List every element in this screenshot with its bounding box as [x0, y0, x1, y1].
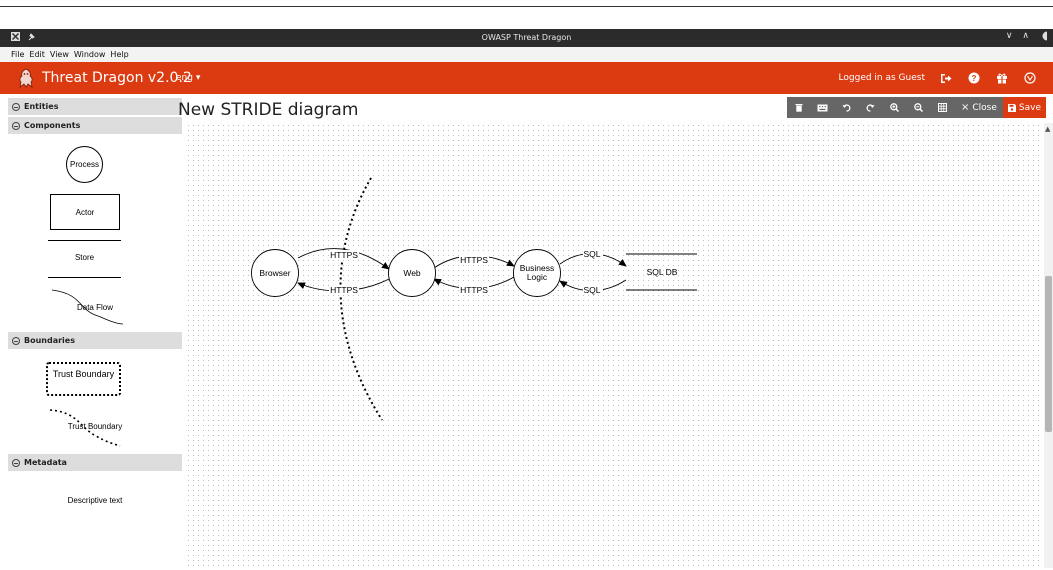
app-navbar: Threat Dragon v2.0.2 eng ▾ Logged in as … — [0, 62, 1053, 94]
stencil-sidebar: Entities Components Process Actor Store … — [8, 98, 182, 570]
menu-help[interactable]: Help — [110, 50, 128, 59]
language-dropdown[interactable]: eng ▾ — [176, 73, 200, 83]
divider — [0, 6, 1053, 7]
close-button[interactable]: × Close — [954, 97, 1003, 118]
flow-label: HTTPS — [460, 285, 488, 295]
close-label: Close — [972, 102, 997, 113]
stencil-label: Descriptive text — [67, 496, 123, 505]
node-label: SQL DB — [647, 267, 678, 277]
shortcuts-button[interactable] — [810, 97, 835, 118]
stencil-label: Store — [74, 253, 95, 262]
node-sql-db[interactable]: SQL DB — [626, 253, 697, 291]
window-title: OWASP Threat Dragon — [481, 33, 572, 42]
collapse-icon — [12, 121, 20, 130]
help-icon[interactable]: ? — [967, 71, 981, 85]
close-x-icon: × — [960, 102, 970, 113]
scrollbar-thumb[interactable] — [1045, 276, 1052, 432]
logged-in-label: Logged in as Guest — [838, 73, 925, 83]
store-top-line — [48, 240, 121, 241]
section-label: Metadata — [24, 458, 67, 467]
section-entities[interactable]: Entities — [8, 98, 182, 115]
stencil-trust-boundary-curve[interactable]: Trust Boundary — [8, 406, 182, 448]
undo-icon — [842, 104, 851, 112]
section-label: Boundaries — [24, 336, 75, 345]
diagram-canvas[interactable]: HTTPS HTTPS HTTPS HTTPS SQL SQL Browser … — [186, 123, 1041, 568]
zoom-in-icon — [890, 103, 900, 112]
process-shape: Process — [66, 146, 103, 183]
zoom-out-button[interactable] — [906, 97, 931, 118]
close-window-icon[interactable] — [1039, 31, 1047, 41]
stencil-actor[interactable]: Actor — [8, 194, 182, 230]
brand[interactable]: Threat Dragon v2.0.2 — [18, 68, 192, 88]
grid-icon — [938, 103, 948, 112]
sign-out-icon[interactable] — [939, 71, 953, 85]
toggle-grid-button[interactable] — [930, 97, 955, 118]
stencil-label: Data Flow — [76, 303, 113, 312]
stencil-label: Actor — [75, 207, 95, 217]
node-label: Browser — [259, 268, 290, 278]
zoom-in-button[interactable] — [882, 97, 907, 118]
diagram-header: New STRIDE diagram × Close Save — [178, 96, 1053, 124]
redo-icon — [867, 104, 875, 112]
menu-edit[interactable]: Edit — [29, 50, 45, 59]
flow-label: SQL — [583, 249, 600, 259]
zoom-out-icon — [914, 103, 924, 112]
diagram-svg: HTTPS HTTPS HTTPS HTTPS SQL SQL Browser … — [251, 177, 697, 421]
brand-name: Threat Dragon v2.0.2 — [42, 70, 192, 86]
scroll-up-icon[interactable]: ▲ — [1045, 125, 1050, 133]
diagram-title: New STRIDE diagram — [178, 100, 359, 120]
collapse-icon — [12, 102, 20, 111]
save-label: Save — [1018, 102, 1041, 113]
section-boundaries[interactable]: Boundaries — [8, 332, 182, 349]
store-bottom-line — [48, 277, 121, 278]
undo-button[interactable] — [834, 97, 859, 118]
node-label: Web — [403, 268, 421, 278]
about-icon[interactable] — [1023, 71, 1037, 85]
menu-view[interactable]: View — [50, 50, 69, 59]
section-metadata[interactable]: Metadata — [8, 454, 182, 471]
stencil-store[interactable]: Store — [8, 240, 182, 278]
screen-top-strip — [0, 0, 1053, 29]
stencil-descriptive-text[interactable]: Descriptive text — [8, 496, 182, 510]
trust-boundary[interactable] — [339, 177, 383, 421]
maximize-icon[interactable]: ∧ — [1022, 31, 1029, 41]
gift-icon[interactable] — [995, 71, 1009, 85]
collapse-icon — [12, 458, 20, 467]
window-titlebar: OWASP Threat Dragon ∨ ∧ — [0, 29, 1053, 47]
save-button[interactable]: Save — [1002, 97, 1046, 118]
menu-window[interactable]: Window — [74, 50, 106, 59]
actor-shape: Actor — [50, 194, 120, 230]
dragon-logo-icon — [19, 68, 33, 88]
menu-file[interactable]: File — [11, 50, 24, 59]
svg-text:?: ? — [972, 74, 977, 83]
node-business-logic[interactable]: Business Logic — [513, 249, 561, 297]
stencil-data-flow[interactable]: Data Flow — [8, 284, 182, 328]
stencil-label: Trust Boundary — [52, 369, 115, 379]
stencil-process[interactable]: Process — [8, 146, 182, 186]
menu-bar: File Edit View Window Help — [0, 47, 1053, 62]
flow-label: HTTPS — [330, 250, 358, 260]
trust-boundary-box-shape: Trust Boundary — [46, 362, 121, 396]
stencil-label: Process — [70, 160, 99, 169]
flow-label: HTTPS — [460, 255, 488, 265]
section-label: Components — [24, 121, 81, 130]
node-web[interactable]: Web — [388, 249, 436, 297]
flow-label: HTTPS — [330, 285, 358, 295]
flow-label: SQL — [583, 285, 600, 295]
save-icon — [1007, 103, 1016, 112]
section-label: Entities — [24, 102, 59, 111]
node-browser[interactable]: Browser — [251, 249, 299, 297]
section-components[interactable]: Components — [8, 117, 182, 134]
collapse-icon — [12, 336, 20, 345]
redo-button[interactable] — [858, 97, 883, 118]
diagram-toolbar: × Close Save — [786, 97, 1046, 118]
trash-icon — [795, 104, 803, 112]
delete-button[interactable] — [786, 97, 811, 118]
node-label: Logic — [527, 272, 548, 282]
minimize-icon[interactable]: ∨ — [1006, 31, 1013, 41]
canvas-scrollbar[interactable]: ▲ — [1044, 123, 1053, 568]
stencil-trust-boundary-box[interactable]: Trust Boundary — [8, 362, 182, 400]
stencil-label: Trust Boundary — [67, 422, 123, 431]
keyboard-icon — [817, 104, 828, 111]
